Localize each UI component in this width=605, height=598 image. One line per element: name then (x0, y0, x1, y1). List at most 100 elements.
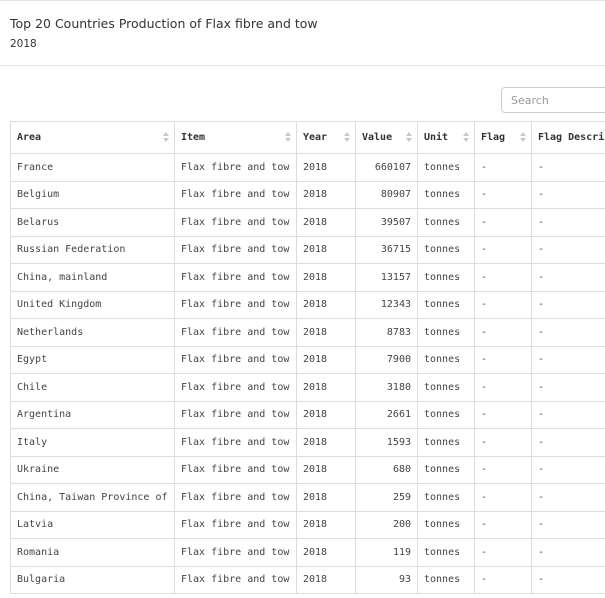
cell-flag-description: - (531, 153, 605, 182)
table-row: China, mainland Flax fibre and tow 2018 131… (10, 263, 605, 292)
cell-flag: - (474, 510, 532, 539)
cell-flag: - (474, 153, 532, 182)
cell-item: Flax fibre and tow (174, 373, 297, 402)
cell-flag-description: - (531, 180, 605, 209)
cell-area: Egypt (10, 345, 175, 374)
sort-icon (463, 131, 469, 145)
table-row: Egypt Flax fibre and tow 2018 7900 tonnes - - (10, 345, 605, 374)
cell-flag: - (474, 400, 532, 429)
cell-area: Russian Federation (10, 235, 175, 264)
cell-item: Flax fibre and tow (174, 483, 297, 512)
cell-unit: tonnes (417, 400, 475, 429)
cell-flag-description: - (531, 290, 605, 319)
cell-item: Flax fibre and tow (174, 538, 297, 567)
cell-area: Latvia (10, 510, 175, 539)
cell-unit: tonnes (417, 345, 475, 374)
cell-value: 660107 (355, 153, 418, 182)
cell-flag-description: - (531, 565, 605, 594)
data-table-container: Area Item Year Value Unit Flag Flag Desc… (10, 121, 605, 598)
cell-item: Flax fibre and tow (174, 180, 297, 209)
cell-unit: tonnes (417, 153, 475, 182)
cell-area: Netherlands (10, 318, 175, 347)
table-row: China, Taiwan Province of Flax fibre and … (10, 483, 605, 512)
cell-area: Romania (10, 538, 175, 567)
cell-unit: tonnes (417, 290, 475, 319)
cell-unit: tonnes (417, 510, 475, 539)
cell-year: 2018 (296, 483, 356, 512)
cell-flag: - (474, 428, 532, 457)
cell-flag-description: - (531, 455, 605, 484)
column-header-label: Item (181, 132, 206, 143)
cell-flag: - (474, 263, 532, 292)
cell-flag-description: - (531, 208, 605, 237)
cell-flag: - (474, 345, 532, 374)
table-row: Chile Flax fibre and tow 2018 3180 tonnes - - (10, 373, 605, 402)
cell-year: 2018 (296, 455, 356, 484)
column-header-flag-description[interactable]: Flag Description (531, 121, 605, 154)
column-header-item[interactable]: Item (174, 121, 297, 154)
column-header-value[interactable]: Value (355, 121, 418, 154)
cell-flag-description: - (531, 483, 605, 512)
sort-icon (285, 131, 291, 145)
cell-item: Flax fibre and tow (174, 153, 297, 182)
sort-icon (520, 131, 526, 145)
cell-value: 12343 (355, 290, 418, 319)
column-header-label: Flag (481, 132, 506, 143)
column-header-label: Flag Description (538, 132, 605, 143)
cell-value: 2661 (355, 400, 418, 429)
cell-flag-description: - (531, 428, 605, 457)
cell-value: 13157 (355, 263, 418, 292)
cell-item: Flax fibre and tow (174, 400, 297, 429)
cell-item: Flax fibre and tow (174, 428, 297, 457)
page-subtitle: 2018 (10, 38, 37, 50)
column-header-flag[interactable]: Flag (474, 121, 532, 154)
cell-year: 2018 (296, 208, 356, 237)
cell-flag: - (474, 538, 532, 567)
cell-year: 2018 (296, 180, 356, 209)
cell-area: Belarus (10, 208, 175, 237)
column-header-unit[interactable]: Unit (417, 121, 475, 154)
cell-year: 2018 (296, 373, 356, 402)
cell-unit: tonnes (417, 208, 475, 237)
column-header-area[interactable]: Area (10, 121, 175, 154)
sort-icon (344, 131, 350, 145)
column-header-label: Area (17, 132, 42, 143)
cell-item: Flax fibre and tow (174, 345, 297, 374)
cell-item: Flax fibre and tow (174, 565, 297, 594)
cell-year: 2018 (296, 153, 356, 182)
table-row: Italy Flax fibre and tow 2018 1593 tonnes - - (10, 428, 605, 457)
cell-year: 2018 (296, 538, 356, 567)
cell-flag-description: - (531, 538, 605, 567)
cell-value: 36715 (355, 235, 418, 264)
cell-area: Bulgaria (10, 565, 175, 594)
column-header-label: Value (362, 132, 393, 143)
cell-year: 2018 (296, 510, 356, 539)
cell-area: Ukraine (10, 455, 175, 484)
cell-year: 2018 (296, 318, 356, 347)
table-row: United Kingdom Flax fibre and tow 2018 1234… (10, 290, 605, 319)
column-header-label: Unit (424, 132, 449, 143)
cell-unit: tonnes (417, 373, 475, 402)
cell-flag-description: - (531, 373, 605, 402)
cell-item: Flax fibre and tow (174, 235, 297, 264)
cell-flag: - (474, 235, 532, 264)
cell-value: 80907 (355, 180, 418, 209)
cell-year: 2018 (296, 235, 356, 264)
cell-flag-description: - (531, 345, 605, 374)
cell-value: 93 (355, 565, 418, 594)
cell-area: Italy (10, 428, 175, 457)
table-row: Latvia Flax fibre and tow 2018 200 tonnes - - (10, 510, 605, 539)
page-title: Top 20 Countries Production of Flax fibr… (10, 16, 318, 31)
header-divider (0, 65, 605, 66)
cell-value: 39507 (355, 208, 418, 237)
column-header-year[interactable]: Year (296, 121, 356, 154)
cell-unit: tonnes (417, 538, 475, 567)
cell-flag: - (474, 208, 532, 237)
cell-area: United Kingdom (10, 290, 175, 319)
cell-value: 7900 (355, 345, 418, 374)
search-input[interactable] (501, 87, 605, 113)
table-row: Russian Federation Flax fibre and tow 2018… (10, 235, 605, 264)
cell-value: 259 (355, 483, 418, 512)
cell-value: 1593 (355, 428, 418, 457)
cell-value: 8783 (355, 318, 418, 347)
